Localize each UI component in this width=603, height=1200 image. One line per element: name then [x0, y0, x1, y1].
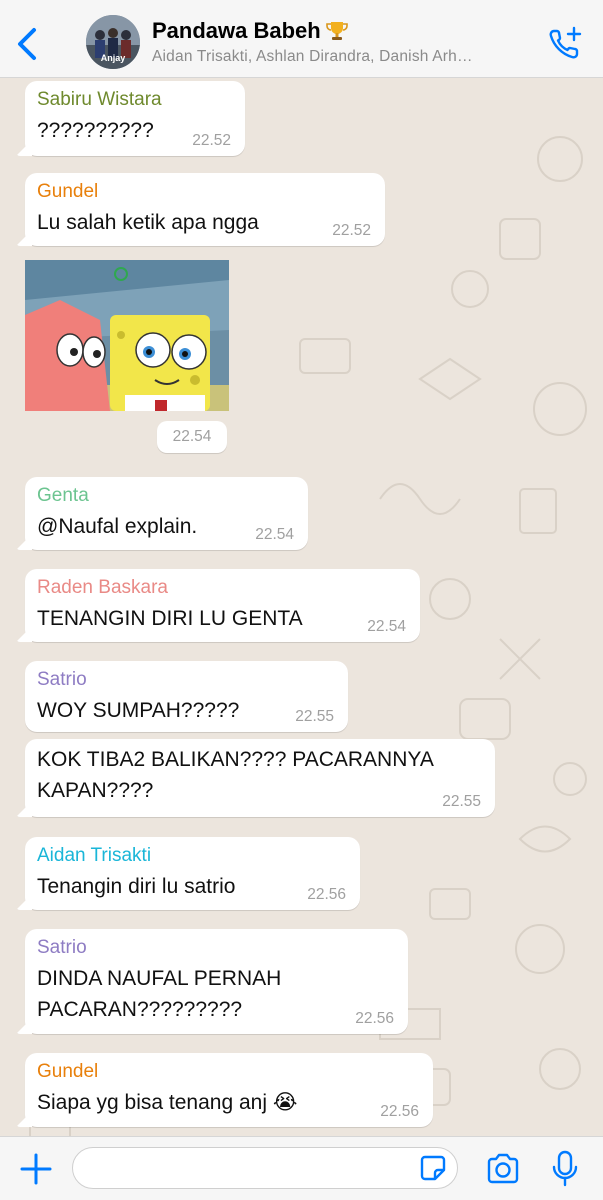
message-time: 22.55	[442, 793, 481, 810]
message-bubble[interactable]: Aidan Trisakti Tenangin diri lu satrio 2…	[25, 837, 360, 910]
message-input[interactable]	[72, 1147, 458, 1189]
avatar-caption: Anjay	[100, 53, 126, 63]
message-bubble[interactable]: Genta @Naufal explain. 22.54	[25, 477, 308, 550]
message-sender: Aidan Trisakti	[37, 845, 152, 866]
message-bubble[interactable]: KOK TIBA2 BALIKAN???? PACARANNYA KAPAN??…	[25, 739, 495, 817]
message-input-bar	[0, 1136, 603, 1200]
message-bubble[interactable]: Gundel Lu salah ketik apa ngga 22.52	[25, 173, 385, 246]
message-text: WOY SUMPAH?????	[37, 699, 240, 722]
message-time: 22.52	[192, 132, 231, 149]
trophy-icon	[325, 19, 349, 43]
message-bubble[interactable]: Satrio DINDA NAUFAL PERNAH PACARAN??????…	[25, 929, 408, 1034]
group-members: Aidan Trisakti, Ashlan Dirandra, Danish …	[152, 48, 473, 65]
camera-icon	[487, 1153, 519, 1184]
mic-icon	[552, 1150, 578, 1187]
message-bubble[interactable]: Sabiru Wistara ?????????? 22.52	[25, 81, 245, 156]
message-text: Tenangin diri lu satrio	[37, 875, 236, 898]
message-sender: Sabiru Wistara	[37, 89, 162, 110]
plus-icon	[20, 1153, 52, 1185]
message-text-line: DINDA NAUFAL PERNAH	[37, 967, 282, 990]
group-avatar[interactable]: Anjay	[86, 15, 140, 69]
message-sender: Satrio	[37, 937, 87, 958]
sticker-icon	[420, 1155, 446, 1181]
attach-button[interactable]	[18, 1151, 54, 1187]
message-sender: Genta	[37, 485, 89, 506]
sticker-button[interactable]	[418, 1153, 448, 1183]
message-bubble[interactable]: Gundel Siapa yg bisa tenang anj 😭 22.56	[25, 1053, 433, 1127]
spongebob-patrick-image	[25, 260, 229, 411]
chat-header: Anjay Pandawa Babeh Aidan Trisakti, Ashl…	[0, 0, 603, 78]
message-sender: Raden Baskara	[37, 577, 168, 598]
message-list[interactable]: Sabiru Wistara ?????????? 22.52 Gundel L…	[0, 79, 603, 1136]
message-sender: Satrio	[37, 669, 87, 690]
image-message-time: 22.54	[157, 421, 227, 453]
crying-emoji: 😭	[272, 1091, 298, 1114]
message-text-body: Siapa yg bisa tenang anj	[37, 1091, 268, 1114]
message-text-line: KOK TIBA2 BALIKAN???? PACARANNYA	[37, 748, 434, 771]
message-text: Lu salah ketik apa ngga	[37, 211, 259, 234]
message-text: TENANGIN DIRI LU GENTA	[37, 607, 303, 630]
message-sender: Gundel	[37, 1061, 99, 1082]
message-text-line: KAPAN????	[37, 779, 154, 802]
chat-title-block[interactable]: Pandawa Babeh Aidan Trisakti, Ashlan Dir…	[152, 18, 532, 66]
message-time: 22.54	[367, 618, 406, 635]
message-bubble[interactable]: Satrio WOY SUMPAH????? 22.55	[25, 661, 348, 732]
message-time: 22.52	[332, 222, 371, 239]
microphone-button[interactable]	[550, 1149, 580, 1189]
camera-button[interactable]	[485, 1152, 521, 1186]
message-sender: Gundel	[37, 181, 99, 202]
image-message[interactable]	[25, 260, 229, 411]
message-time: 22.54	[255, 526, 294, 543]
message-text: Siapa yg bisa tenang anj 😭	[37, 1087, 421, 1118]
group-title: Pandawa Babeh	[152, 18, 532, 44]
back-icon	[18, 28, 36, 60]
message-time: 22.55	[295, 708, 334, 725]
message-text-line: PACARAN?????????	[37, 998, 243, 1021]
message-time: 22.56	[355, 1010, 394, 1027]
back-button[interactable]	[14, 24, 44, 64]
message-bubble[interactable]: Raden Baskara TENANGIN DIRI LU GENTA 22.…	[25, 569, 420, 642]
message-time: 22.56	[307, 886, 346, 903]
call-add-icon	[549, 26, 582, 59]
add-call-button[interactable]	[545, 24, 585, 64]
message-time: 22.56	[380, 1103, 419, 1120]
group-name: Pandawa Babeh	[152, 18, 321, 43]
